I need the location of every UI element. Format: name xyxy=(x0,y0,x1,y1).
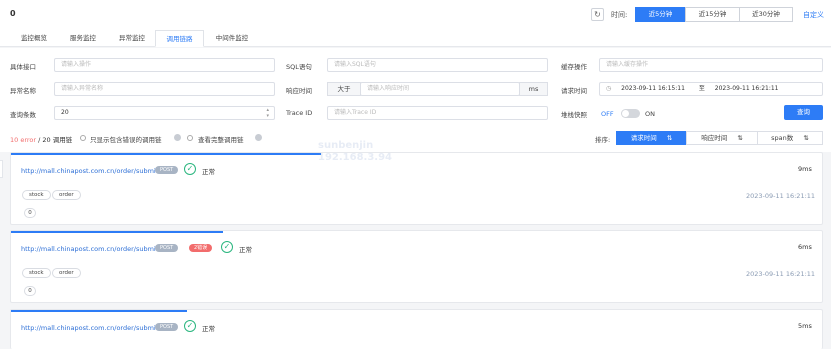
sort-response-time[interactable]: 响应时间 ⇅ xyxy=(686,131,758,145)
stack-on-label: ON xyxy=(645,110,655,118)
sort-arrows-icon: ⇅ xyxy=(666,134,673,142)
sort-span-count-label: span数 xyxy=(771,134,794,142)
trace-card[interactable] xyxy=(10,230,823,303)
time-15min-button[interactable]: 近15分钟 xyxy=(685,7,740,22)
duration: 5ms xyxy=(798,322,812,330)
duration: 9ms xyxy=(798,165,812,173)
count-label: 查询条数 xyxy=(10,111,36,119)
tag-chip[interactable]: stock xyxy=(22,268,51,278)
api-input[interactable]: 请输入操作 xyxy=(54,58,275,72)
time-5min-button[interactable]: 近5分钟 xyxy=(635,7,686,22)
trace-count: 0 xyxy=(10,9,16,18)
query-button[interactable]: 查询 xyxy=(784,105,823,120)
tag-chip[interactable]: order xyxy=(52,268,81,278)
sort-arrows-icon: ⇅ xyxy=(803,134,809,142)
sort-span-count[interactable]: span数 ⇅ xyxy=(757,131,823,145)
status-text: 正常 xyxy=(202,168,215,176)
stack-label: 堆栈快照 xyxy=(561,111,587,119)
method-tag: POST xyxy=(155,323,179,331)
response-time-input[interactable]: 请输入响应时间 xyxy=(360,82,520,96)
request-start: 2023-09-11 16:15:11 xyxy=(621,85,685,92)
response-op-select[interactable]: 大于 xyxy=(327,82,361,96)
view-full-label[interactable]: 查看完整调用链 xyxy=(198,134,244,144)
count-chip: 0 xyxy=(24,286,36,296)
collapse-handle[interactable] xyxy=(0,160,3,178)
tag-chip[interactable]: stock xyxy=(22,190,51,200)
tab-exception[interactable]: 异常监控 xyxy=(108,30,156,47)
stack-toggle[interactable] xyxy=(621,109,640,118)
cache-input[interactable]: 请输入缓存操作 xyxy=(599,58,823,72)
check-circle-icon: ✓ xyxy=(221,241,233,253)
sort-response-time-label: 响应时间 xyxy=(701,134,728,142)
request-end: 2023-09-11 16:21:11 xyxy=(714,85,779,92)
sql-label: SQL语句 xyxy=(286,63,312,71)
tab-trace[interactable]: 调用链路 xyxy=(155,30,204,47)
exception-label: 异常名称 xyxy=(10,87,36,95)
check-circle-icon: ✓ xyxy=(184,163,196,175)
duration: 6ms xyxy=(798,243,812,251)
trace-time: 2023-09-11 16:21:11 xyxy=(746,192,816,200)
trace-card[interactable] xyxy=(10,152,823,225)
stepper-arrows-icon[interactable]: ▴ ▾ xyxy=(266,107,269,119)
method-tag: POST xyxy=(155,166,179,174)
sort-label: 排序: xyxy=(595,136,611,144)
clock-icon: ◷ xyxy=(606,85,612,92)
error-tag: 2错误 xyxy=(189,244,213,252)
only-error-radio[interactable] xyxy=(80,135,86,141)
refresh-icon[interactable]: ↻ xyxy=(591,8,604,21)
tag-chip[interactable]: order xyxy=(52,190,81,200)
only-error-label[interactable]: 只显示包含错误的调用链 xyxy=(90,134,162,144)
time-30min-button[interactable]: 近30分钟 xyxy=(739,7,793,22)
status-text: 正常 xyxy=(202,325,215,333)
check-circle-icon: ✓ xyxy=(184,320,196,332)
sql-input[interactable]: 请输入SQL语句 xyxy=(327,58,548,72)
tab-middleware[interactable]: 中间件监控 xyxy=(205,30,259,47)
cache-label: 缓存操作 xyxy=(561,63,587,71)
range-separator: 至 xyxy=(698,85,705,92)
tab-overview[interactable]: 监控概览 xyxy=(10,30,58,47)
trace-progress-bar xyxy=(11,310,187,312)
exception-input[interactable]: 请输入异常名称 xyxy=(54,82,275,96)
error-count: 10 error xyxy=(10,136,37,144)
method-tag: POST xyxy=(155,244,179,252)
trace-url[interactable]: http://mall.chinapost.com.cn/order/submi… xyxy=(21,324,158,332)
count-value: 20 xyxy=(61,109,69,116)
sort-request-time-label: 请求时间 xyxy=(630,134,657,142)
request-time-label: 请求时间 xyxy=(561,87,587,95)
request-time-range[interactable]: ◷ 2023-09-11 16:15:11 至 2023-09-11 16:21… xyxy=(599,82,823,96)
watermark-user: sunbenjin xyxy=(318,140,374,151)
help-icon[interactable] xyxy=(255,134,262,141)
trace-summary: 10 error / 20 调用链 xyxy=(10,134,72,144)
watermark-ip: 192.168.3.94 xyxy=(318,152,393,163)
trace-id-input[interactable]: 请输入Trace ID xyxy=(327,106,548,120)
count-chip: 0 xyxy=(24,208,36,218)
time-label: 时间: xyxy=(611,11,628,19)
watermark: sunbenjin 192.168.3.94 xyxy=(318,140,392,164)
api-label: 具体接口 xyxy=(10,63,36,71)
sort-request-time[interactable]: 请求时间 ⇅ xyxy=(616,131,687,145)
help-icon[interactable] xyxy=(174,134,181,141)
trace-url[interactable]: http://mall.chinapost.com.cn/order/submi… xyxy=(21,245,158,253)
sort-arrows-icon: ⇅ xyxy=(737,134,743,142)
trace-url[interactable]: http://mall.chinapost.com.cn/order/submi… xyxy=(21,167,158,175)
trace-id-label: Trace ID xyxy=(286,109,313,117)
trace-time: 2023-09-11 16:21:11 xyxy=(746,270,816,278)
response-unit: ms xyxy=(519,82,548,96)
count-stepper[interactable]: 20 ▴ ▾ xyxy=(54,106,275,120)
tab-service[interactable]: 服务监控 xyxy=(58,30,108,47)
response-time-label: 响应时间 xyxy=(286,87,312,95)
summary-text: / 20 调用链 xyxy=(36,136,73,144)
status-text: 正常 xyxy=(239,246,252,254)
trace-progress-bar xyxy=(11,153,321,155)
trace-progress-bar xyxy=(11,231,223,233)
stack-off-label: OFF xyxy=(601,110,614,118)
custom-time-link[interactable]: 自定义 xyxy=(803,10,824,20)
view-full-radio[interactable] xyxy=(187,135,193,141)
